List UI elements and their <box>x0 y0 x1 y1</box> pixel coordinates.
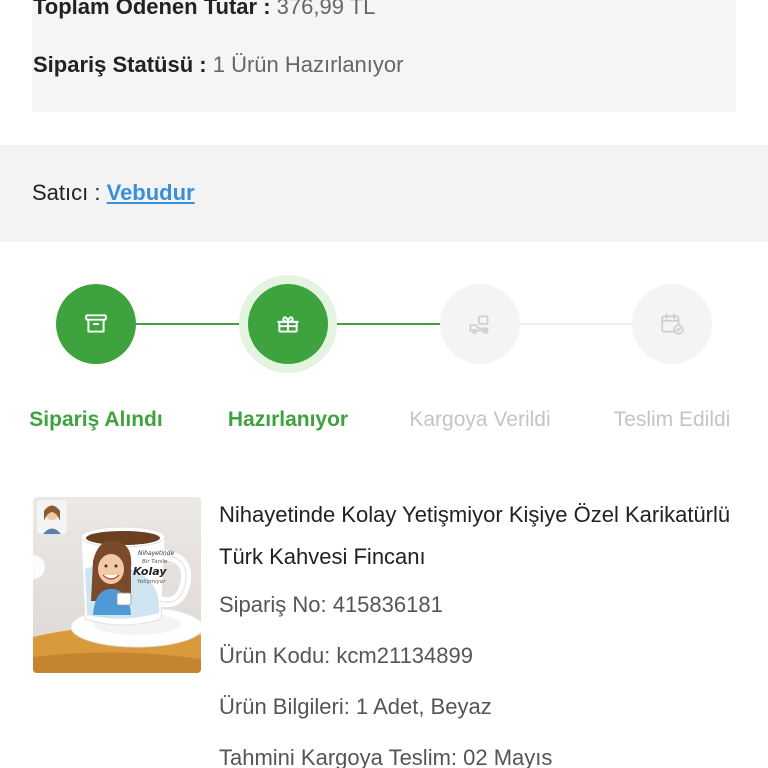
mug-text-line3: Kolay <box>133 565 167 578</box>
product-code: Ürün Kodu: kcm21134899 <box>219 643 473 668</box>
calendar-check-icon <box>661 313 684 335</box>
total-paid-row: Toplam Ödenen Tutar : 376,99 TL <box>33 0 375 20</box>
delivery-icon <box>469 315 489 335</box>
order-status-label: Sipariş Statüsü : <box>33 52 207 77</box>
order-status-value: 1 Ürün Hazırlanıyor <box>212 52 404 77</box>
step-connector-2 <box>328 323 440 325</box>
step-label-delivered: Teslim Edildi <box>613 408 731 431</box>
seller-row: Satıcı : Vebudur <box>32 180 195 206</box>
step-label-preparing: Hazırlanıyor <box>227 408 349 431</box>
gift-icon <box>277 316 299 333</box>
step-connector-3 <box>520 323 632 325</box>
mug-text-line4: Yetişmiyor <box>137 579 166 585</box>
shipping-estimate: Tahmini Kargoya Teslim: 02 Mayıs <box>219 745 553 768</box>
step-circle-order-received <box>56 284 136 364</box>
mug-text-line1: Nihayetinde <box>138 550 175 557</box>
step-circle-delivered <box>632 284 712 364</box>
mug-illustration: Nihayetinde Bir Tanile Kolay Yetişmiyor <box>33 497 201 673</box>
step-label-order-received: Sipariş Alındı <box>29 408 163 431</box>
box-icon <box>85 314 107 333</box>
step-circle-shipped <box>440 284 520 364</box>
order-status-row: Sipariş Statüsü : 1 Ürün Hazırlanıyor <box>33 52 403 78</box>
step-label-shipped: Kargoya Verildi <box>409 408 551 431</box>
product-info: Nihayetinde Kolay Yetişmiyor Kişiye Özel… <box>219 494 739 768</box>
step-circle-preparing <box>248 284 328 364</box>
product-details: Ürün Bilgileri: 1 Adet, Beyaz <box>219 694 492 719</box>
total-paid-value: 376,99 TL <box>276 0 376 19</box>
total-paid-label: Toplam Ödenen Tutar : <box>33 0 271 19</box>
step-connector-1 <box>135 323 248 325</box>
product-image[interactable]: Nihayetinde Bir Tanile Kolay Yetişmiyor <box>33 497 201 673</box>
order-number: Sipariş No: 415836181 <box>219 592 443 617</box>
seller-label: Satıcı : <box>32 180 101 205</box>
product-title[interactable]: Nihayetinde Kolay Yetişmiyor Kişiye Özel… <box>219 494 739 578</box>
seller-link[interactable]: Vebudur <box>107 180 195 205</box>
